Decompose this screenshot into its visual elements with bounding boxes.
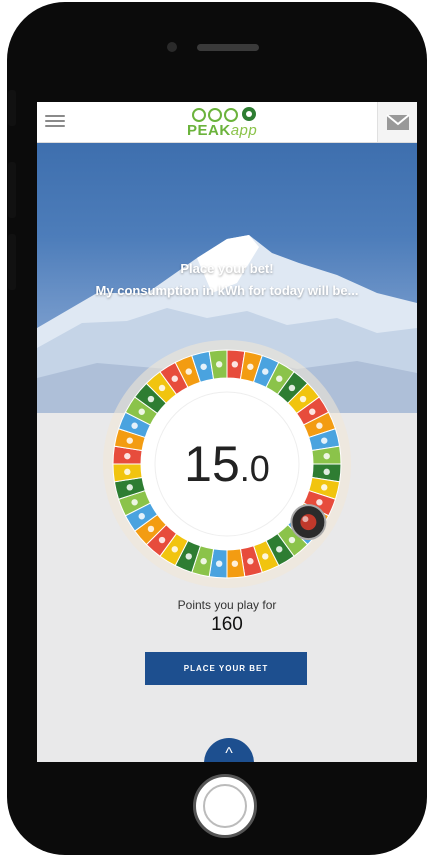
dial-segment-dot (138, 513, 145, 520)
dial-segment-dot (158, 384, 166, 392)
points-label: Points you play for (177, 598, 277, 612)
dial-segment-dot (288, 384, 296, 392)
volume-down-button (8, 234, 16, 290)
dial-segment-dot (247, 558, 254, 565)
dial-segment-dot (147, 395, 155, 403)
dial-segment-dot (247, 363, 254, 370)
volume-up-button (8, 162, 16, 218)
dial-segment-dot (200, 558, 207, 565)
mail-glyph (386, 114, 410, 130)
bet-value-integer: 15 (184, 436, 240, 492)
dial-segment-dot (147, 525, 155, 533)
dial-segment-dot (262, 368, 269, 375)
dial-segment-dot (171, 375, 178, 382)
home-button[interactable] (193, 774, 257, 838)
dial-segment-dot (215, 560, 223, 567)
menu-icon[interactable] (45, 112, 65, 130)
app-screen: PEAKapp Place your bet! My consumption i… (37, 102, 417, 762)
phone-frame: PEAKapp Place your bet! My consumption i… (7, 2, 427, 855)
dial-segment-dot (185, 553, 192, 560)
dial-segment-dot (131, 422, 138, 429)
dial-segment-dot (171, 546, 178, 553)
dial-segment-dot (138, 408, 145, 415)
top-bar: PEAKapp (37, 102, 417, 143)
mail-icon[interactable] (377, 102, 417, 142)
dial-segment-dot (316, 422, 323, 429)
bet-value: 15.0 (102, 435, 352, 493)
dial-segment-dot (200, 363, 207, 370)
mute-switch (8, 90, 16, 126)
points-value: 160 (211, 614, 243, 635)
dial-segment-dot (215, 361, 223, 368)
dial-segment-dot (299, 395, 307, 403)
dial-segment-dot (231, 560, 239, 567)
dial-segment-dot (276, 375, 283, 382)
prompt-subtitle: My consumption in kWh for today will be.… (95, 283, 359, 298)
logo-text: PEAKapp (187, 122, 257, 139)
dial-segment-dot (231, 361, 239, 368)
place-bet-button[interactable]: PLACE YOUR BET (145, 652, 307, 685)
bet-value-decimal: .0 (239, 448, 270, 489)
dial-segment-dot (185, 368, 192, 375)
prompt-title: Place your bet! (180, 261, 274, 276)
earpiece-speaker (197, 44, 259, 51)
dial-segment-dot (288, 536, 296, 544)
dial-knob-highlight (302, 516, 309, 523)
chevron-up-icon[interactable]: ^ (204, 738, 254, 762)
peakapp-logo: PEAKapp (187, 106, 277, 140)
dial-segment-dot (158, 536, 166, 544)
dial-knob-center (300, 514, 317, 531)
logo-text-peak: PEAK (187, 122, 231, 139)
front-camera (167, 42, 177, 52)
dial-segment-dot (309, 408, 316, 415)
dial-segment-dot (131, 499, 138, 506)
dial-segment-dot (316, 499, 323, 506)
dial-segment-dot (276, 546, 283, 553)
logo-text-app: app (230, 122, 258, 139)
bet-dial[interactable]: 15.0 (102, 339, 352, 589)
dial-segment-dot (262, 553, 269, 560)
